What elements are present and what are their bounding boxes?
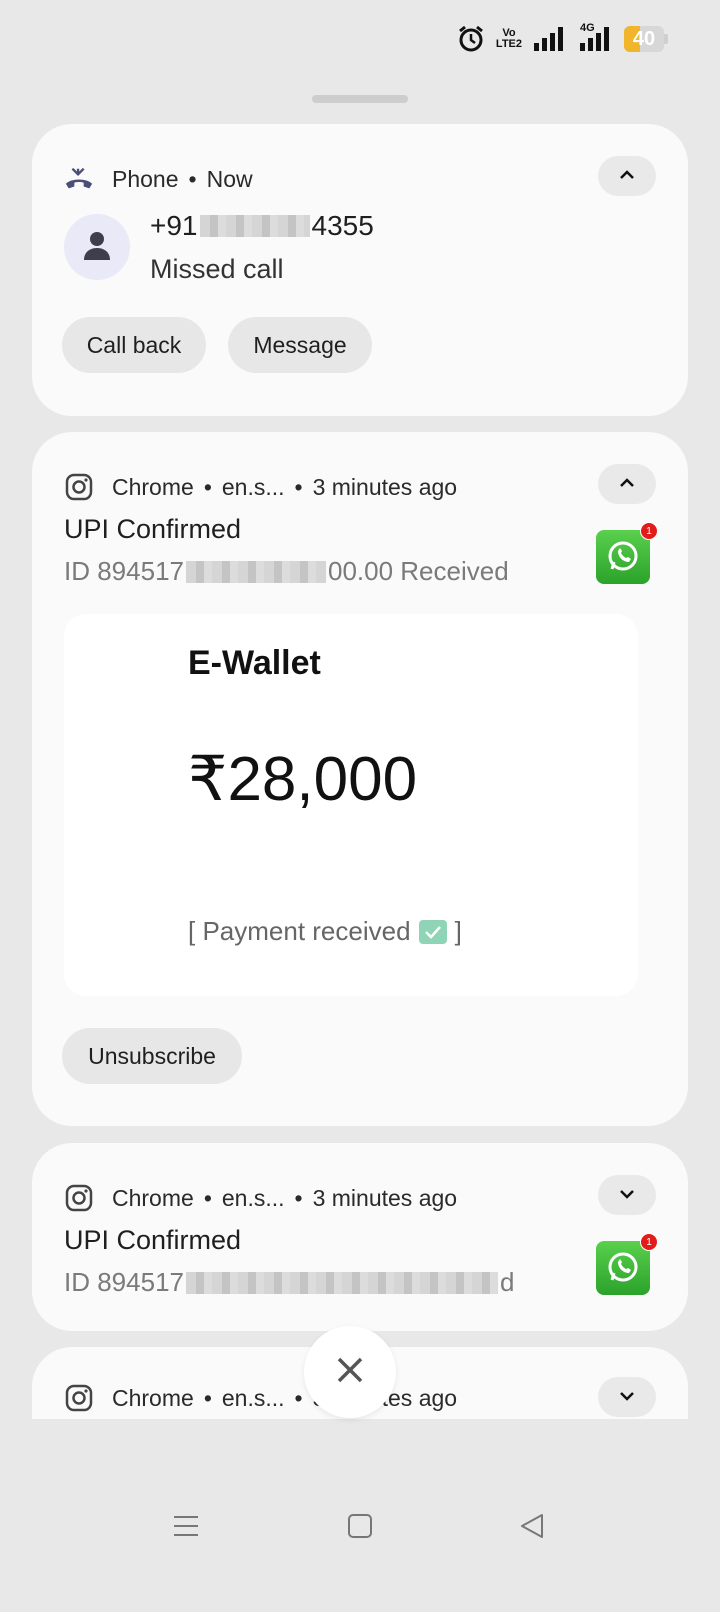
instagram-icon: [64, 472, 94, 502]
unsubscribe-button[interactable]: Unsubscribe: [62, 1028, 242, 1084]
grab-handle[interactable]: [312, 95, 408, 103]
missed-call-icon: [64, 164, 94, 194]
notification-time: 3 minutes ago: [312, 473, 458, 500]
separator: •: [203, 1184, 212, 1211]
app-name: Chrome: [112, 1184, 194, 1211]
back-nav-button[interactable]: [512, 1508, 552, 1548]
collapse-button[interactable]: [598, 464, 656, 504]
notification-header: Chrome • en.s... • 3 minutes ago: [64, 1183, 457, 1213]
home-square-icon: [347, 1513, 373, 1544]
separator: •: [203, 473, 212, 500]
preview-title: E-Wallet: [188, 644, 321, 682]
home-nav-button[interactable]: [340, 1508, 380, 1548]
battery-icon: 40: [624, 26, 668, 52]
separator: •: [294, 473, 303, 500]
menu-icon: [173, 1514, 199, 1543]
redacted-block: [185, 560, 326, 583]
notification-title: UPI Confirmed: [64, 514, 242, 544]
body-prefix: ID 894517: [64, 556, 184, 586]
call-back-button[interactable]: Call back: [62, 317, 206, 373]
phone-notification-card[interactable]: Phone • Now +91 4355 Missed call Call ba…: [32, 124, 688, 416]
notification-body: ID 894517 00.00 Received: [64, 556, 509, 587]
status-bar: Vo LTE2 4G 40: [458, 22, 668, 56]
app-name: Chrome: [112, 1384, 194, 1411]
status-text: [ Payment received: [188, 916, 411, 946]
avatar: [64, 214, 130, 280]
chrome-notification-card[interactable]: Chrome • en.s... • 3 minutes ago UPI Con…: [32, 1143, 688, 1331]
close-icon: [336, 1356, 364, 1389]
site-name: en.s...: [221, 473, 285, 500]
caller-suffix: 4355: [311, 210, 374, 241]
chrome-notification-card[interactable]: Chrome • en.s... • 3 minutes ago UPI Con…: [32, 432, 688, 1126]
preview-amount: ₹28,000: [188, 745, 418, 814]
redacted-block: [185, 1271, 498, 1294]
clear-all-button[interactable]: [304, 1326, 396, 1418]
body-prefix: ID 894517: [64, 1267, 184, 1297]
notification-body: ID 894517 d: [64, 1267, 514, 1298]
network-type-label: 4G: [580, 22, 595, 34]
redacted-block: [199, 215, 310, 237]
whatsapp-icon: 1: [596, 1233, 658, 1295]
signal-icon: [534, 27, 564, 51]
signal-4g-icon: 4G: [576, 23, 612, 51]
site-name: en.s...: [221, 1384, 285, 1411]
preview-status: [ Payment received ]: [188, 916, 462, 947]
person-icon: [83, 230, 111, 265]
body-suffix: d: [499, 1267, 515, 1297]
collapse-button[interactable]: [598, 156, 656, 196]
chevron-down-icon: [619, 1186, 635, 1204]
expand-button[interactable]: [598, 1175, 656, 1215]
message-button[interactable]: Message: [228, 317, 372, 373]
lte-label: LTE2: [495, 38, 522, 50]
app-name: Chrome: [112, 473, 194, 500]
caller-prefix: +91: [150, 210, 198, 241]
checkmark-icon: [418, 919, 447, 944]
notification-count-badge: 1: [640, 522, 658, 540]
missed-call-text: Missed call: [150, 254, 284, 284]
notification-title: UPI Confirmed: [64, 1225, 242, 1255]
notification-image-preview[interactable]: E-Wallet ₹28,000 [ Payment received ]: [64, 614, 638, 996]
notification-header: Phone • Now: [64, 164, 253, 194]
alarm-icon: [458, 25, 484, 53]
caller-number: +91 4355: [150, 210, 374, 242]
notification-time: 3 minutes ago: [312, 1184, 458, 1211]
status-close: ]: [454, 916, 462, 946]
chevron-up-icon: [619, 475, 635, 493]
expand-button[interactable]: [598, 1377, 656, 1417]
menu-nav-button[interactable]: [166, 1508, 206, 1548]
instagram-icon: [64, 1183, 94, 1213]
site-name: en.s...: [221, 1184, 285, 1211]
notification-count-badge: 1: [640, 1233, 658, 1251]
chevron-up-icon: [619, 167, 635, 185]
notification-header: Chrome • en.s... • 3 minutes ago: [64, 472, 457, 502]
separator: •: [294, 1184, 303, 1211]
app-name: Phone: [112, 165, 179, 192]
notification-header: Chrome • en.s... • 3 minutes ago: [64, 1383, 457, 1413]
volte-icon: Vo LTE2: [496, 28, 522, 50]
whatsapp-icon: 1: [596, 522, 658, 584]
separator: •: [188, 165, 197, 192]
battery-level: 40: [632, 28, 656, 50]
back-triangle-icon: [519, 1513, 545, 1544]
body-suffix: 00.00 Received: [327, 556, 509, 586]
chevron-down-icon: [619, 1388, 635, 1406]
notification-time: Now: [206, 165, 253, 192]
instagram-icon: [64, 1383, 94, 1413]
separator: •: [294, 1384, 303, 1411]
separator: •: [203, 1384, 212, 1411]
